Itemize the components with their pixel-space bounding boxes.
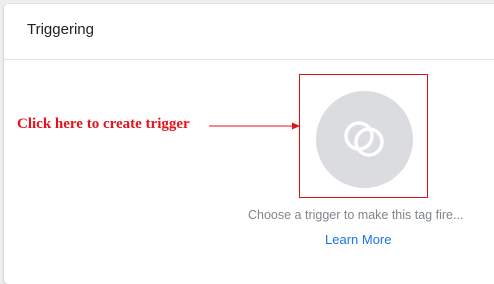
choose-trigger-button[interactable] — [316, 91, 413, 188]
trigger-hint-text: Choose a trigger to make this tag fire..… — [248, 208, 464, 222]
card-title: Triggering — [27, 21, 94, 38]
trigger-icon — [344, 121, 384, 157]
card-header: Triggering — [4, 4, 494, 60]
annotation-label: Click here to create trigger — [17, 116, 190, 132]
annotation-arrow-icon — [209, 122, 300, 130]
learn-more-link[interactable]: Learn More — [325, 232, 391, 247]
